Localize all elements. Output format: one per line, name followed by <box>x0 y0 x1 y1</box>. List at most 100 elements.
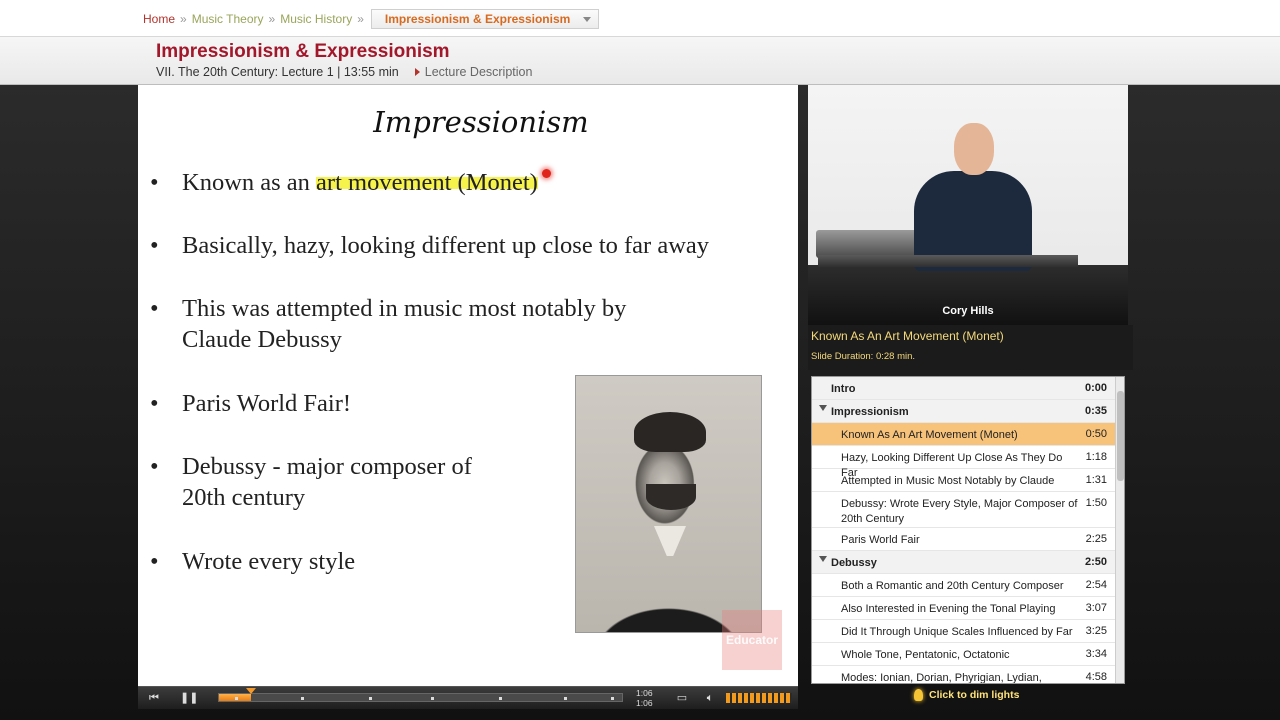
debussy-portrait <box>575 375 762 633</box>
breadcrumb-section-link[interactable]: Music History <box>280 12 352 26</box>
top-nav: Home » Music Theory » Music History » Im… <box>0 0 1280 37</box>
volume-icon[interactable]: 🔈︎ <box>702 691 718 705</box>
slide-duration: Slide Duration: 0:28 min. <box>811 351 916 362</box>
slide: Impressionism • Known as an art movement… <box>138 85 798 686</box>
toc-row-time: 3:34 <box>1085 648 1107 660</box>
player-controls: ⏮ ❚❚ 1:06 1:06 ▭ 🔈︎ <box>138 686 798 709</box>
breadcrumb-home-link[interactable]: Home <box>143 12 175 26</box>
chapter-marker <box>369 697 372 700</box>
bullet-text: Basically, hazy, looking different up cl… <box>182 232 710 259</box>
skip-back-icon[interactable]: ⏮ <box>146 691 162 705</box>
page-title: Impressionism & Expressionism <box>156 41 450 62</box>
breadcrumb-separator: » <box>357 12 364 26</box>
progress-bar[interactable] <box>218 688 623 702</box>
portrait-hair <box>634 412 706 452</box>
breadcrumb: Home » Music Theory » Music History » Im… <box>143 9 600 29</box>
instructor <box>906 121 1036 271</box>
toc-section-row[interactable]: Impressionism 0:35 <box>812 400 1115 423</box>
bullet-dot: • <box>150 390 159 417</box>
lecture-dropdown[interactable]: Impressionism & Expressionism <box>370 9 600 29</box>
expand-arrow-icon <box>819 556 827 562</box>
toc-scroll-thumb[interactable] <box>1117 391 1124 481</box>
toc-row-time: 3:07 <box>1085 602 1107 614</box>
laser-pointer-icon <box>542 169 551 178</box>
toc-item-row[interactable]: Also Interested in Evening the Tonal Pla… <box>812 597 1115 620</box>
caret-right-icon <box>414 68 420 76</box>
time-display: 1:06 1:06 <box>636 688 653 708</box>
fullscreen-icon[interactable]: ▭ <box>674 691 690 705</box>
slide-bullet: • Paris World Fair! <box>150 388 351 419</box>
bullet-line: Debussy - major composer of <box>182 453 472 480</box>
bullet-text: Paris World Fair! <box>182 390 352 417</box>
slide-bullet: • Known as an art movement (Monet) <box>150 167 538 198</box>
toc-row-time: 1:18 <box>1085 451 1107 463</box>
toc-row-label: Both a Romantic and 20th Century Compose… <box>841 580 1064 592</box>
bullet-dot: • <box>150 453 159 480</box>
bullet-dot: • <box>150 295 159 322</box>
chapter-marker <box>611 697 614 700</box>
bullet-line: 20th century <box>182 484 306 511</box>
toc-section-row[interactable]: Debussy 2:50 <box>812 551 1115 574</box>
instructor-video[interactable]: Cory Hills <box>808 85 1128 325</box>
breadcrumb-course-link[interactable]: Music Theory <box>192 12 264 26</box>
toc-item-row[interactable]: Did It Through Unique Scales Influenced … <box>812 620 1115 643</box>
slide-bullet: • This was attempted in music most notab… <box>150 293 626 355</box>
lecture-description-link[interactable]: Lecture Description <box>414 65 532 79</box>
toc-item-row[interactable]: Modes: Ionian, Dorian, Phyrigian, Lydian… <box>812 666 1115 684</box>
toc-row-time: 1:50 <box>1085 497 1107 509</box>
toc-scrollbar[interactable] <box>1115 377 1124 683</box>
toc-row-label: Also Interested in Evening the Tonal Pla… <box>841 603 1056 615</box>
volume-slider[interactable] <box>726 693 792 703</box>
toc-row-label: Known As An Art Movement (Monet) <box>841 429 1018 441</box>
toc-item-row[interactable]: Whole Tone, Pentatonic, Octatonic 3:34 <box>812 643 1115 666</box>
bullet-text: This was attempted in music most notably… <box>182 293 626 355</box>
toc-item-row[interactable]: Hazy, Looking Different Up Close As They… <box>812 446 1115 479</box>
chapter-marker <box>301 697 304 700</box>
toc-item-row[interactable]: Known As An Art Movement (Monet) 0:50 <box>812 423 1115 446</box>
toc-item-row[interactable]: Both a Romantic and 20th Century Compose… <box>812 574 1115 597</box>
toc-row-label: Impressionism <box>831 406 909 418</box>
toc-section-row[interactable]: Intro 0:00 <box>812 377 1115 400</box>
dim-lights-label: Click to dim lights <box>929 689 1020 701</box>
toc-row-time: 4:58 <box>1085 671 1107 683</box>
expand-arrow-icon <box>819 405 827 411</box>
toc-row-time: 0:35 <box>1084 405 1107 417</box>
instructor-head <box>954 123 994 175</box>
playhead[interactable] <box>246 688 257 694</box>
now-playing: Known As An Art Movement (Monet) Slide D… <box>808 325 1133 370</box>
toc-row-time: 3:25 <box>1085 625 1107 637</box>
highlighted-text: art movement (Monet) <box>316 169 538 196</box>
toc-item-row[interactable]: Attempted in Music Most Notably by Claud… <box>812 469 1115 492</box>
bullet-text-pre: Known as an <box>182 169 317 196</box>
toc-row-time: 0:00 <box>1084 382 1107 394</box>
time-total: 1:06 <box>636 698 653 708</box>
bullet-text: Known as an art movement (Monet) <box>182 167 538 198</box>
toc-row-label: Modes: Ionian, Dorian, Phyrigian, Lydian… <box>841 672 1042 684</box>
bullet-dot: • <box>150 232 159 259</box>
toc-row-label: Whole Tone, Pentatonic, Octatonic <box>841 649 1010 661</box>
lecture-header: Impressionism & Expressionism VII. The 2… <box>0 37 1280 85</box>
toc-row-time: 2:54 <box>1085 579 1107 591</box>
lecture-meta-text: VII. The 20th Century: Lecture 1 | 13:55… <box>156 65 399 79</box>
bullet-text: Wrote every style <box>182 548 356 575</box>
toc-item-row[interactable]: Paris World Fair 2:25 <box>812 528 1115 551</box>
toc-row-label: Attempted in Music Most Notably by Claud… <box>841 475 1055 487</box>
toc-row-time: 2:25 <box>1085 533 1107 545</box>
toc-row-label: Did It Through Unique Scales Influenced … <box>841 626 1073 638</box>
portrait-collar <box>654 526 686 556</box>
time-current: 1:06 <box>636 688 653 698</box>
bullet-text: Debussy - major composer of 20th century <box>182 451 472 513</box>
chapter-marker <box>431 697 434 700</box>
chapter-marker <box>499 697 502 700</box>
toc-item-row[interactable]: Debussy: Wrote Every Style, Major Compos… <box>812 492 1115 528</box>
chapter-marker <box>235 697 238 700</box>
toc-row-time: 1:31 <box>1085 474 1107 486</box>
dim-lights-button[interactable]: Click to dim lights <box>914 689 1019 701</box>
now-playing-title: Known As An Art Movement (Monet) <box>811 329 1004 343</box>
educator-watermark: Educator <box>722 610 782 670</box>
chapter-marker <box>564 697 567 700</box>
pause-icon[interactable]: ❚❚ <box>180 691 198 705</box>
bullet-dot: • <box>150 548 159 575</box>
slide-title: Impressionism <box>373 105 589 139</box>
lecture-meta: VII. The 20th Century: Lecture 1 | 13:55… <box>156 65 532 79</box>
